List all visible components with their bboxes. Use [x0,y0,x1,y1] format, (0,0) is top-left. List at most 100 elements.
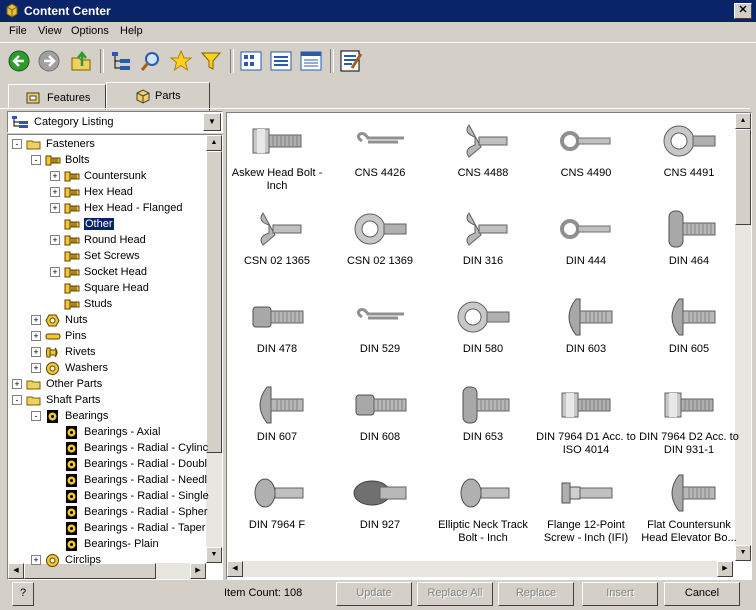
menu-help[interactable]: Help [120,25,143,37]
tree-horizontal-scrollbar[interactable]: ◀ ▶ [8,563,206,579]
part-item[interactable]: CNS 4490 [534,117,638,205]
part-label: CNS 4491 [663,167,715,179]
part-item[interactable]: CSN 02 1365 [227,205,329,293]
part-item[interactable]: DIN 603 [534,293,638,381]
washer-icon [46,362,59,375]
part-item[interactable]: CNS 4491 [637,117,741,205]
favorites-star-icon[interactable] [168,48,194,74]
replace-button[interactable]: Replace [498,582,574,606]
expand-icon[interactable]: + [50,187,60,197]
bolt-icon [64,187,80,198]
menu-options[interactable]: Options [71,25,109,37]
help-button[interactable]: ? [12,582,34,606]
tree-node-label: Bearings [65,410,109,422]
part-item[interactable]: DIN 316 [431,205,535,293]
part-item[interactable]: DIN 608 [328,381,432,469]
part-item[interactable]: DIN 605 [637,293,741,381]
part-item[interactable]: DIN 478 [227,293,329,381]
cotter-pin-icon [356,132,404,144]
scroll-left-arrow-icon[interactable]: ◀ [227,561,243,577]
up-folder-icon[interactable] [68,48,94,74]
part-item[interactable]: DIN 607 [227,381,329,469]
collapse-icon[interactable]: - [31,155,41,165]
part-label: DIN 7964 D2 Acc. to DIN 931-1 [639,431,739,456]
bearing-icon [66,506,77,519]
scroll-thumb[interactable] [206,151,222,453]
tab-parts[interactable]: Parts [106,82,210,111]
insert-button[interactable]: Insert [582,582,658,606]
tree-node-label: Other [83,217,115,231]
tree-node-label: Socket Head [84,266,147,278]
back-arrow-icon[interactable] [6,48,32,74]
bearing-icon [66,538,77,551]
table-view-icon[interactable] [338,48,364,74]
part-item[interactable]: Elliptic Neck Track Bolt - Inch [431,469,535,557]
part-item[interactable]: DIN 927 [328,469,432,557]
filter-icon[interactable] [198,48,224,74]
collapse-icon[interactable]: - [31,411,41,421]
parts-icon [136,89,150,104]
part-item[interactable]: DIN 7964 D2 Acc. to DIN 931-1 [637,381,741,469]
menu-view[interactable]: View [38,25,62,37]
square-bolt-icon [252,306,304,328]
part-item[interactable]: CNS 4426 [328,117,432,205]
update-button[interactable]: Update [336,582,412,606]
bearing-icon [66,442,77,455]
tab-features[interactable]: Features [8,84,106,110]
tree-node-label: Shaft Parts [46,394,101,406]
mushroom-bolt-icon [259,386,304,424]
tree-view-icon[interactable] [108,48,134,74]
part-item[interactable]: DIN 653 [431,381,535,469]
collapse-icon[interactable]: - [12,139,22,149]
replace-all-button[interactable]: Replace All [417,582,493,606]
folder-icon [26,140,41,150]
part-item[interactable]: DIN 529 [328,293,432,381]
grid-horizontal-scrollbar[interactable]: ◀ ▶ [227,561,733,577]
tab-features-label: Features [47,92,91,104]
expand-icon[interactable]: + [31,555,41,565]
expand-icon[interactable]: + [12,379,22,389]
part-item[interactable]: DIN 7964 F [227,469,329,557]
tree-node-label: Fasteners [46,138,95,150]
part-item[interactable]: DIN 7964 D1 Acc. to ISO 4014 [534,381,638,469]
dropdown-arrow-icon[interactable]: ▼ [203,113,221,131]
forward-arrow-icon[interactable] [36,48,62,74]
folder-icon [26,396,41,406]
expand-icon[interactable]: + [31,347,41,357]
part-item[interactable]: CSN 02 1369 [328,205,432,293]
scroll-down-arrow-icon[interactable]: ▼ [206,547,222,563]
expand-icon[interactable]: + [31,331,41,341]
close-button[interactable]: ✕ [734,3,752,19]
part-item[interactable]: Flat Countersunk Head Elevator Bo... [637,469,741,557]
expand-icon[interactable]: + [50,171,60,181]
expand-icon[interactable]: + [50,203,60,213]
search-icon[interactable] [138,48,164,74]
part-item[interactable]: DIN 580 [431,293,535,381]
collapse-icon[interactable]: - [12,395,22,405]
part-item[interactable]: DIN 464 [637,205,741,293]
part-item[interactable]: Askew Head Bolt - Inch [227,117,329,205]
large-icons-view-icon[interactable] [238,48,264,74]
tree-node-label: Hex Head [84,186,133,198]
scroll-up-arrow-icon[interactable]: ▲ [206,135,222,151]
expand-icon[interactable]: + [50,267,60,277]
bearing-icon [66,474,77,487]
scroll-right-arrow-icon[interactable]: ▶ [190,563,206,579]
details-view-icon[interactable] [298,48,324,74]
part-label: DIN 7964 D1 Acc. to ISO 4014 [536,431,636,456]
expand-icon[interactable]: + [50,235,60,245]
expand-icon[interactable]: + [31,363,41,373]
part-item[interactable]: CNS 4488 [431,117,535,205]
part-item[interactable]: Flange 12-Point Screw - Inch (IFI) [534,469,638,557]
list-view-icon[interactable] [268,48,294,74]
tree-node-label: Bearings - Radial - Single [84,490,209,502]
menu-file[interactable]: File [9,25,27,37]
expand-icon[interactable]: + [31,315,41,325]
scroll-left-arrow-icon[interactable]: ◀ [8,563,24,579]
tree-node-label: Bearings - Radial - Spher [84,506,208,518]
part-item[interactable]: DIN 444 [534,205,638,293]
scroll-right-arrow-icon[interactable]: ▶ [717,561,733,577]
rivet-icon [46,347,58,358]
cancel-button[interactable]: Cancel [664,582,740,606]
category-listing-combo[interactable]: Category Listing ▼ [7,111,223,133]
